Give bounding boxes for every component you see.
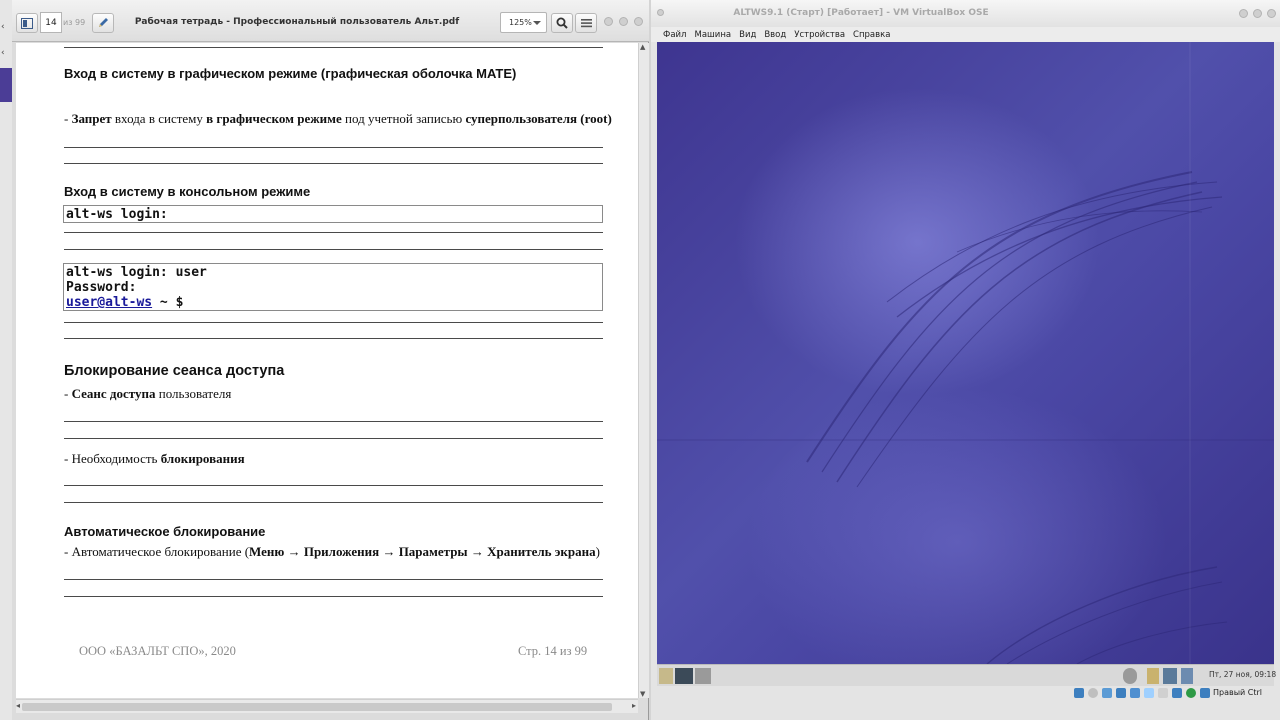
clipboard-icon[interactable] [1147, 668, 1159, 684]
terminal-line: alt-ws login: user [66, 265, 207, 280]
answer-line [64, 596, 603, 597]
network-adapter-icon[interactable] [1116, 688, 1126, 698]
chevron-down-icon [533, 21, 541, 25]
maximize-button[interactable] [1253, 9, 1262, 18]
maximize-button[interactable] [619, 17, 628, 26]
hamburger-menu-icon [580, 19, 592, 28]
vbox-statusbar: Правый Ctrl [651, 686, 1280, 700]
audio-icon[interactable] [1102, 688, 1112, 698]
pdf-page[interactable]: Вход в систему в графическом режиме (гра… [16, 43, 638, 698]
terminal-box-login: alt-ws login: [63, 205, 603, 223]
guest-clock[interactable]: Пт, 27 ноя, 09:18 [1209, 670, 1276, 679]
chevron-left-icon[interactable]: ‹ [1, 22, 5, 32]
shared-folders-icon[interactable] [1144, 688, 1154, 698]
zoom-value: 125% [509, 18, 532, 27]
answer-line [64, 249, 603, 250]
network-icon[interactable] [1163, 668, 1177, 684]
vertical-scrollbar[interactable]: ▲ ▼ [638, 43, 649, 698]
taskbar-button[interactable] [675, 668, 693, 684]
answer-line [64, 485, 603, 486]
hard-disk-icon[interactable] [1074, 688, 1084, 698]
page-number-input[interactable]: 14 [40, 12, 62, 33]
keyboard-icon[interactable] [1181, 668, 1193, 684]
background-window-thumbnail [0, 68, 12, 102]
answer-line [64, 232, 603, 233]
terminal-line: alt-ws login: [66, 207, 168, 222]
terminal-prompt: user@alt-ws ~ $ [66, 295, 184, 310]
volume-icon[interactable] [1123, 668, 1137, 684]
scroll-right-icon[interactable]: ▸ [632, 701, 636, 710]
vbox-titlebar[interactable]: ALTWS9.1 (Старт) [Работает] - VM Virtual… [651, 0, 1280, 27]
heading-session-lock: Блокирование сеанса доступа [64, 363, 285, 379]
menu-button[interactable] [575, 13, 597, 33]
answer-line [64, 322, 603, 323]
cpu-icon[interactable] [1186, 688, 1196, 698]
menu-machine[interactable]: Машина [694, 30, 731, 40]
menu-launcher-icon[interactable] [659, 668, 673, 684]
optical-drive-icon[interactable] [1088, 688, 1098, 698]
menu-devices[interactable]: Устройства [794, 30, 845, 40]
terminal-line: Password: [66, 280, 137, 295]
menu-view[interactable]: Вид [739, 30, 756, 40]
desktop: ‹ ‹ 14 из 99 Рабочая тетрадь - Профессио… [0, 0, 1280, 720]
vbox-menubar: Файл Машина Вид Ввод Устройства Справка [651, 27, 1280, 42]
menu-file[interactable]: Файл [663, 30, 686, 40]
answer-line [64, 47, 603, 48]
display-icon[interactable] [1158, 688, 1168, 698]
heading-graphical-login: Вход в систему в графическом режиме (гра… [64, 66, 517, 81]
virtualbox-window: ALTWS9.1 (Старт) [Работает] - VM Virtual… [651, 0, 1280, 720]
paragraph-session: - Сеанс доступа пользователя [64, 386, 232, 401]
scroll-left-icon[interactable]: ◂ [16, 701, 20, 710]
answer-line [64, 579, 603, 580]
pencil-icon [99, 18, 108, 27]
chevron-left-icon[interactable]: ‹ [1, 48, 5, 58]
recording-icon[interactable] [1172, 688, 1182, 698]
taskbar-button[interactable] [695, 668, 711, 684]
minimize-button[interactable] [1239, 9, 1248, 18]
mouse-integration-icon[interactable] [1200, 688, 1210, 698]
vbox-window-title: ALTWS9.1 (Старт) [Работает] - VM Virtual… [733, 8, 989, 18]
sidebar-icon [21, 17, 33, 29]
minimize-button[interactable] [604, 17, 613, 26]
page-footer-page-number: Стр. 14 из 99 [518, 644, 588, 658]
scroll-down-icon[interactable]: ▼ [640, 690, 645, 698]
paragraph-root-forbid: - Запрет входа в систему в графическом р… [64, 111, 612, 126]
menu-input[interactable]: Ввод [764, 30, 786, 40]
paragraph-lock-need: - Необходимость блокирования [64, 451, 245, 466]
scrollbar-thumb[interactable] [22, 703, 612, 711]
answer-line [64, 421, 603, 422]
usb-icon[interactable] [1130, 688, 1140, 698]
horizontal-scrollbar[interactable]: ◂ ▸ [16, 699, 638, 713]
page-count-label: из 99 [63, 18, 86, 27]
search-icon [556, 17, 568, 29]
answer-line [64, 502, 603, 503]
sidebar-toggle-button[interactable] [16, 13, 38, 33]
answer-line [64, 438, 603, 439]
host-key-label: Правый Ctrl [1213, 688, 1263, 697]
guest-panel: Пт, 27 ноя, 09:18 [657, 664, 1276, 686]
answer-line [64, 338, 603, 339]
pdf-viewer-window: 14 из 99 Рабочая тетрадь - Профессиональ… [12, 0, 649, 720]
pdf-toolbar: 14 из 99 Рабочая тетрадь - Профессиональ… [12, 0, 649, 42]
guest-wallpaper [657, 42, 1274, 664]
paragraph-auto-lock: - Автоматическое блокирование (Меню → Пр… [64, 544, 600, 559]
page-footer-company: ООО «БАЗАЛЬТ СПО», 2020 [79, 644, 236, 658]
close-button[interactable] [1267, 9, 1276, 18]
scroll-up-icon[interactable]: ▲ [640, 43, 645, 51]
prompt-link[interactable]: user@alt-ws [66, 295, 152, 310]
pdf-window-title: Рабочая тетрадь - Профессиональный польз… [134, 17, 460, 27]
close-button[interactable] [634, 17, 643, 26]
heading-auto-lock: Автоматическое блокирование [64, 524, 266, 539]
terminal-box-session: alt-ws login: user Password: user@alt-ws… [63, 263, 603, 311]
guest-display[interactable] [657, 42, 1274, 664]
search-button[interactable] [551, 13, 573, 33]
menu-help[interactable]: Справка [853, 30, 890, 40]
heading-console-login: Вход в систему в консольном режиме [64, 184, 311, 199]
answer-line [64, 147, 603, 148]
annotate-button[interactable] [92, 13, 114, 33]
background-window-edge: ‹ ‹ [0, 0, 12, 720]
answer-line [64, 163, 603, 164]
zoom-select[interactable]: 125% [500, 12, 547, 33]
